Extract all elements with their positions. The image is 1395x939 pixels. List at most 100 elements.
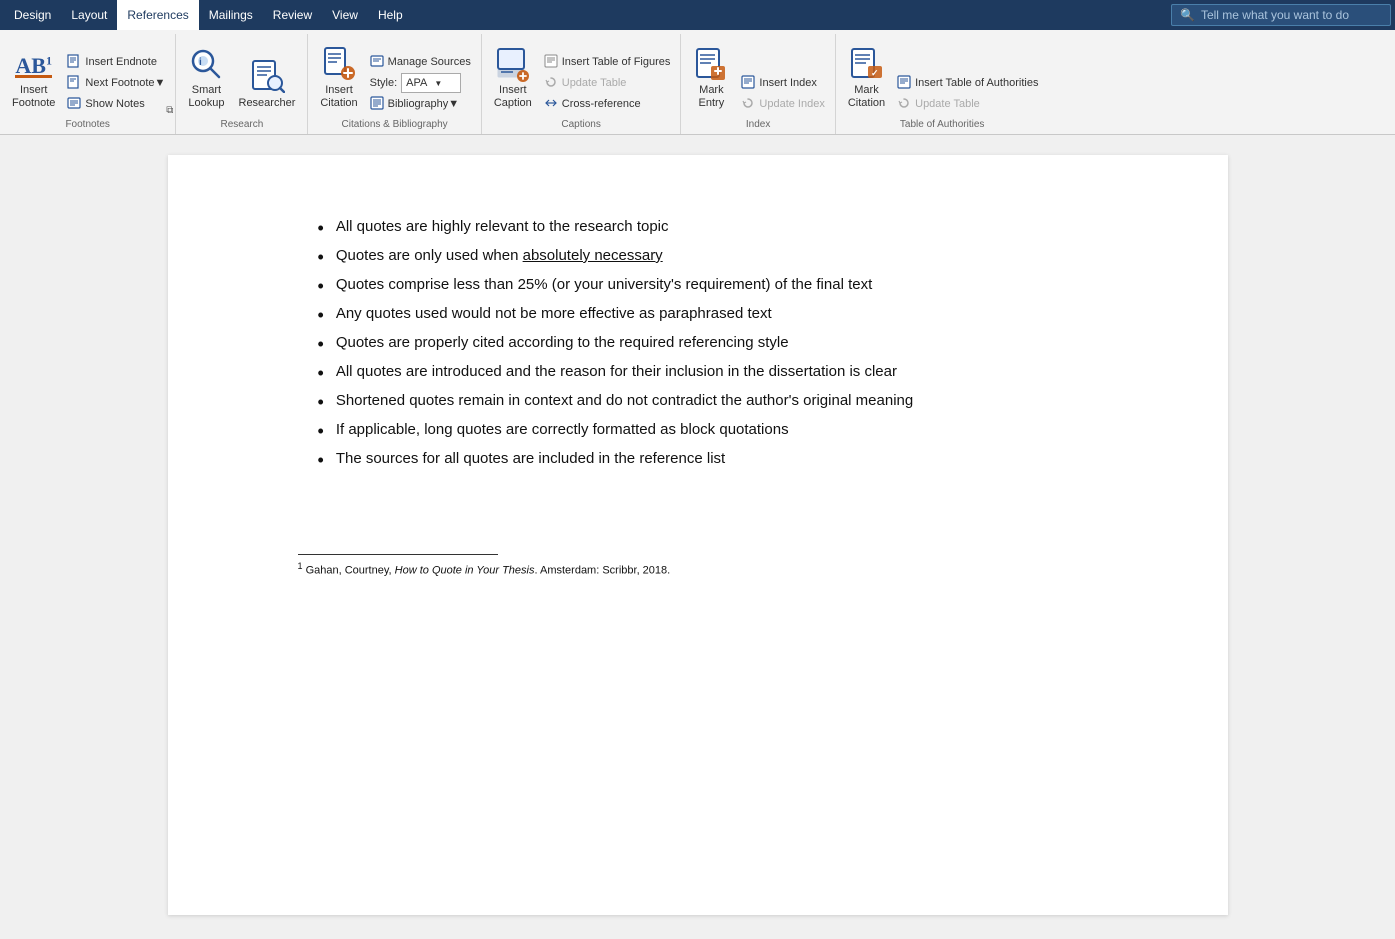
manage-sources-button[interactable]: Manage Sources xyxy=(366,52,475,72)
insert-caption-icon xyxy=(495,46,531,82)
ribbon-group-table-of-auth: ✓ MarkCitation Insert Table of Authoriti… xyxy=(836,34,1049,134)
footnotes-expand-icon[interactable]: ⧉ xyxy=(166,105,173,116)
list-item: Any quotes used would not be more effect… xyxy=(298,302,1128,329)
next-footnote-label: Next Footnote xyxy=(85,77,154,89)
update-table-auth-button: Update Table xyxy=(893,94,1042,114)
list-item: Quotes are only used when absolutely nec… xyxy=(298,244,1128,271)
menu-layout[interactable]: Layout xyxy=(61,0,117,30)
insert-index-icon xyxy=(741,75,755,92)
list-item: Quotes comprise less than 25% (or your u… xyxy=(298,273,1128,300)
researcher-button[interactable]: Researcher xyxy=(233,42,302,114)
footnote-body-text: Gahan, Courtney, xyxy=(306,565,395,577)
update-table-auth-icon xyxy=(897,96,911,113)
insert-table-of-auth-icon xyxy=(897,75,911,92)
menu-references[interactable]: References xyxy=(117,0,198,30)
mark-citation-button[interactable]: ✓ MarkCitation xyxy=(842,42,891,114)
insert-endnote-label: Insert Endnote xyxy=(85,56,157,68)
update-index-icon xyxy=(741,96,755,113)
ribbon-group-captions: InsertCaption Insert Table of Figures Up… xyxy=(482,34,682,134)
citations-small-buttons: Manage Sources Style: APA ▼ Bibliography… xyxy=(366,42,475,114)
footnotes-group-label: Footnotes xyxy=(6,116,169,130)
insert-endnote-button[interactable]: Insert Endnote xyxy=(63,52,169,72)
bibliography-arrow: ▼ xyxy=(448,98,459,110)
insert-caption-label: InsertCaption xyxy=(494,84,532,110)
ribbon-group-research: i SmartLookup Researcher xyxy=(176,34,308,134)
search-icon: 🔍 xyxy=(1180,8,1195,22)
bullet-list: All quotes are highly relevant to the re… xyxy=(298,215,1128,474)
ribbon-group-index: MarkEntry Insert Index Update Index I xyxy=(681,34,835,134)
ribbon-group-citations: InsertCitation Manage Sources Style: APA… xyxy=(308,34,481,134)
style-dropdown[interactable]: APA ▼ xyxy=(401,73,461,93)
insert-index-label: Insert Index xyxy=(759,77,816,89)
menu-bar: Design Layout References Mailings Review… xyxy=(0,0,1395,30)
captions-group-label: Captions xyxy=(488,116,675,130)
svg-text:✓: ✓ xyxy=(871,68,879,78)
table-of-auth-group-label: Table of Authorities xyxy=(842,116,1043,130)
cross-reference-label: Cross-reference xyxy=(562,98,641,110)
update-table-captions-icon xyxy=(544,75,558,92)
citations-content: InsertCitation Manage Sources Style: APA… xyxy=(314,34,474,114)
next-footnote-arrow: ▼ xyxy=(155,77,166,89)
menu-view[interactable]: View xyxy=(322,0,368,30)
citations-group-label: Citations & Bibliography xyxy=(314,116,474,130)
manage-sources-icon xyxy=(370,54,384,71)
table-of-auth-small-buttons: Insert Table of Authorities Update Table xyxy=(893,42,1042,114)
update-table-captions-button: Update Table xyxy=(540,73,675,93)
footnote-small-buttons: Insert Endnote Next Footnote ▼ Show Note… xyxy=(63,42,169,114)
insert-footnote-button[interactable]: AB1 InsertFootnote xyxy=(6,42,61,114)
index-small-buttons: Insert Index Update Index xyxy=(737,42,828,114)
footnote-divider xyxy=(298,554,498,555)
insert-table-of-figures-label: Insert Table of Figures xyxy=(562,56,671,68)
list-item: If applicable, long quotes are correctly… xyxy=(298,418,1128,445)
menu-review[interactable]: Review xyxy=(263,0,322,30)
insert-table-of-figures-icon xyxy=(544,54,558,71)
captions-content: InsertCaption Insert Table of Figures Up… xyxy=(488,34,675,114)
list-item: The sources for all quotes are included … xyxy=(298,447,1128,474)
insert-footnote-icon: AB1 xyxy=(15,46,52,82)
menu-mailings[interactable]: Mailings xyxy=(199,0,263,30)
insert-index-button[interactable]: Insert Index xyxy=(737,73,828,93)
update-index-button: Update Index xyxy=(737,94,828,114)
ribbon-group-footnotes: AB1 InsertFootnote Insert Endnote xyxy=(0,34,176,134)
document-page[interactable]: All quotes are highly relevant to the re… xyxy=(168,155,1228,915)
show-notes-button[interactable]: Show Notes xyxy=(63,94,169,114)
index-content: MarkEntry Insert Index Update Index xyxy=(687,34,828,114)
mark-entry-label: MarkEntry xyxy=(699,84,725,110)
smart-lookup-label: SmartLookup xyxy=(188,84,224,110)
bibliography-button[interactable]: Bibliography ▼ xyxy=(366,94,475,114)
footnote-text: 1 Gahan, Courtney, How to Quote in Your … xyxy=(298,561,1128,577)
next-footnote-button[interactable]: Next Footnote ▼ xyxy=(63,73,169,93)
insert-citation-label: InsertCitation xyxy=(320,84,357,110)
insert-caption-button[interactable]: InsertCaption xyxy=(488,42,538,114)
manage-sources-label: Manage Sources xyxy=(388,56,471,68)
mark-entry-button[interactable]: MarkEntry xyxy=(687,42,735,114)
insert-endnote-icon xyxy=(67,54,81,71)
menu-help[interactable]: Help xyxy=(368,0,413,30)
insert-table-of-authorities-button[interactable]: Insert Table of Authorities xyxy=(893,73,1042,93)
search-placeholder: Tell me what you want to do xyxy=(1201,8,1349,22)
smart-lookup-button[interactable]: i SmartLookup xyxy=(182,42,230,114)
search-bar[interactable]: 🔍 Tell me what you want to do xyxy=(1171,4,1391,26)
update-index-label: Update Index xyxy=(759,98,824,110)
svg-text:i: i xyxy=(199,57,202,68)
update-table-captions-label: Update Table xyxy=(562,77,627,89)
insert-citation-button[interactable]: InsertCitation xyxy=(314,42,363,114)
menu-design[interactable]: Design xyxy=(4,0,61,30)
list-item: All quotes are introduced and the reason… xyxy=(298,360,1128,387)
style-selector[interactable]: Style: APA ▼ xyxy=(366,73,475,93)
list-item: Shortened quotes remain in context and d… xyxy=(298,389,1128,416)
insert-table-of-auth-label: Insert Table of Authorities xyxy=(915,77,1038,89)
next-footnote-icon xyxy=(67,75,81,92)
document-area: All quotes are highly relevant to the re… xyxy=(0,135,1395,935)
show-notes-label: Show Notes xyxy=(85,98,144,110)
smart-lookup-icon: i xyxy=(188,46,224,82)
insert-table-of-figures-button[interactable]: Insert Table of Figures xyxy=(540,52,675,72)
insert-footnote-label: InsertFootnote xyxy=(12,84,55,110)
list-item: Quotes are properly cited according to t… xyxy=(298,331,1128,358)
research-content: i SmartLookup Researcher xyxy=(182,34,301,114)
mark-entry-icon xyxy=(693,46,729,82)
underline-text: absolutely necessary xyxy=(523,247,663,264)
cross-reference-button[interactable]: Cross-reference xyxy=(540,94,675,114)
update-table-auth-label: Update Table xyxy=(915,98,980,110)
mark-citation-label: MarkCitation xyxy=(848,84,885,110)
